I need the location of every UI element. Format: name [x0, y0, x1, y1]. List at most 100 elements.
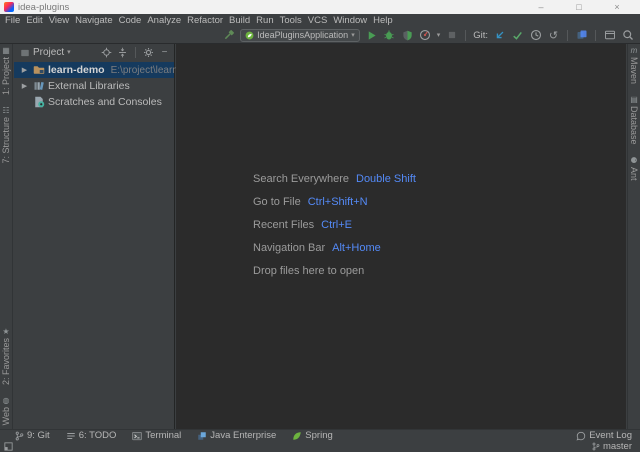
hide-panel-button[interactable]: − [159, 47, 170, 58]
maximize-button[interactable]: □ [560, 0, 598, 14]
menu-view[interactable]: View [46, 14, 72, 27]
menu-refactor[interactable]: Refactor [184, 14, 226, 27]
ide-window: idea-plugins – □ × File Edit View Naviga… [0, 0, 640, 452]
terminal-icon [132, 431, 142, 441]
menu-build[interactable]: Build [226, 14, 253, 27]
git-group-label: Git: [473, 30, 488, 41]
event-log-balloon-icon [576, 431, 586, 441]
tool-button-web[interactable]: ◍ Web [1, 397, 11, 425]
branch-name: master [603, 441, 632, 452]
run-button[interactable] [365, 29, 378, 42]
todo-list-icon [66, 431, 76, 441]
chevron-right-icon[interactable]: ▶ [20, 66, 29, 74]
git-branch-icon [14, 431, 24, 441]
minimize-button[interactable]: – [522, 0, 560, 14]
menu-edit[interactable]: Edit [23, 14, 45, 27]
menu-navigate[interactable]: Navigate [72, 14, 116, 27]
project-pane-icon [20, 48, 30, 58]
tool-button-terminal[interactable]: Terminal [132, 430, 181, 441]
web-globe-icon: ◍ [3, 397, 10, 405]
gear-icon[interactable] [143, 47, 154, 58]
menu-file[interactable]: File [2, 14, 23, 27]
project-structure-button[interactable] [575, 29, 588, 42]
chevron-down-icon: ▾ [351, 32, 355, 39]
scratches-icon [32, 96, 45, 109]
left-tool-stripe: ▦ 1: Project ☷ 7: Structure ★ 2: Favorit… [0, 44, 13, 429]
profiler-button[interactable] [419, 29, 432, 42]
libraries-icon [32, 80, 45, 93]
main-toolbar: IdeaPluginsApplication ▾ ▾ Git: ↺ [0, 27, 640, 44]
tool-button-ant[interactable]: ⚈ Ant [629, 157, 639, 181]
git-branch-icon [591, 442, 601, 452]
chevron-down-icon[interactable]: ▾ [67, 49, 71, 56]
build-hammer-icon[interactable] [222, 29, 235, 42]
intellij-logo-icon [4, 2, 14, 12]
menu-vcs[interactable]: VCS [305, 14, 331, 27]
right-tool-stripe: m Maven ▤ Database ⚈ Ant [627, 44, 640, 429]
run-configuration-name: IdeaPluginsApplication [257, 30, 348, 40]
project-tool-icon: ▦ [2, 47, 10, 55]
project-tool-window: Project ▾ − ▶ [14, 44, 175, 429]
update-project-button[interactable] [493, 29, 506, 42]
close-button[interactable]: × [598, 0, 636, 14]
debug-button[interactable] [383, 29, 396, 42]
menu-run[interactable]: Run [253, 14, 276, 27]
menu-code[interactable]: Code [116, 14, 145, 27]
tree-row-learn-demo[interactable]: ▶ learn-demo E:\project\learn-demo [14, 62, 174, 78]
editor-area[interactable]: Search Everywhere Double Shift Go to Fil… [176, 44, 626, 429]
spring-leaf-icon [292, 431, 302, 441]
search-everywhere-button[interactable] [621, 29, 634, 42]
menu-tools[interactable]: Tools [277, 14, 305, 27]
welcome-shortcuts: Search Everywhere Double Shift Go to Fil… [253, 167, 416, 282]
tool-button-todo[interactable]: 6: TODO [66, 430, 117, 441]
title-bar: idea-plugins – □ × [0, 0, 640, 14]
menu-help[interactable]: Help [370, 14, 396, 27]
tool-button-java-enterprise[interactable]: Java Enterprise [197, 430, 276, 441]
tool-button-git[interactable]: 9: Git [14, 430, 50, 441]
git-branch-widget[interactable]: master [591, 441, 632, 452]
chevron-right-icon[interactable]: ▶ [20, 82, 29, 90]
menu-analyze[interactable]: Analyze [144, 14, 184, 27]
run-with-coverage-button[interactable] [401, 29, 414, 42]
project-tree: ▶ learn-demo E:\project\learn-demo ▶ Ext… [14, 62, 174, 110]
menu-window[interactable]: Window [330, 14, 370, 27]
drop-files-hint: Drop files here to open [253, 259, 416, 282]
tool-button-project[interactable]: ▦ 1: Project [1, 47, 11, 95]
run-group-chevron-icon[interactable]: ▾ [437, 32, 441, 39]
rollback-button[interactable]: ↺ [547, 29, 560, 42]
database-icon: ▤ [630, 96, 638, 104]
toolbar-separator [567, 30, 568, 41]
history-button[interactable] [529, 29, 542, 42]
locate-file-button[interactable] [101, 47, 112, 58]
stop-button[interactable] [445, 29, 458, 42]
window-title: idea-plugins [18, 2, 69, 13]
shortcut-navigation-bar: Navigation Bar Alt+Home [253, 236, 416, 259]
tool-button-spring[interactable]: Spring [292, 430, 332, 441]
tool-button-maven[interactable]: m Maven [629, 47, 639, 84]
project-folder-icon [32, 64, 45, 77]
shortcut-go-to-file: Go to File Ctrl+Shift+N [253, 190, 416, 213]
tree-row-external-libraries[interactable]: ▶ External Libraries [14, 78, 174, 94]
shortcut-search-everywhere: Search Everywhere Double Shift [253, 167, 416, 190]
tree-row-scratches[interactable]: Scratches and Consoles [14, 94, 174, 110]
settings-window-button[interactable] [603, 29, 616, 42]
event-log-button[interactable]: Event Log [576, 430, 632, 441]
menu-bar: File Edit View Navigate Code Analyze Ref… [0, 14, 640, 27]
main-area: ▦ 1: Project ☷ 7: Structure ★ 2: Favorit… [0, 44, 640, 429]
structure-tool-icon: ☷ [2, 107, 9, 115]
maven-icon: m [631, 47, 638, 55]
collapse-all-button[interactable] [117, 47, 128, 58]
favorites-star-icon: ★ [2, 328, 9, 336]
commit-button[interactable] [511, 29, 524, 42]
project-pane-selector[interactable]: Project [33, 47, 64, 58]
tool-button-structure[interactable]: ☷ 7: Structure [1, 107, 11, 164]
toolbar-separator [595, 30, 596, 41]
project-panel-header: Project ▾ − [14, 44, 174, 61]
header-separator [135, 47, 136, 58]
tool-button-database[interactable]: ▤ Database [629, 96, 639, 145]
ant-icon: ⚈ [630, 157, 637, 165]
run-configuration-select[interactable]: IdeaPluginsApplication ▾ [240, 29, 360, 42]
status-bar: master [0, 441, 640, 452]
tool-button-favorites[interactable]: ★ 2: Favorites [1, 328, 11, 385]
hide-tool-windows-icon[interactable] [3, 442, 13, 452]
